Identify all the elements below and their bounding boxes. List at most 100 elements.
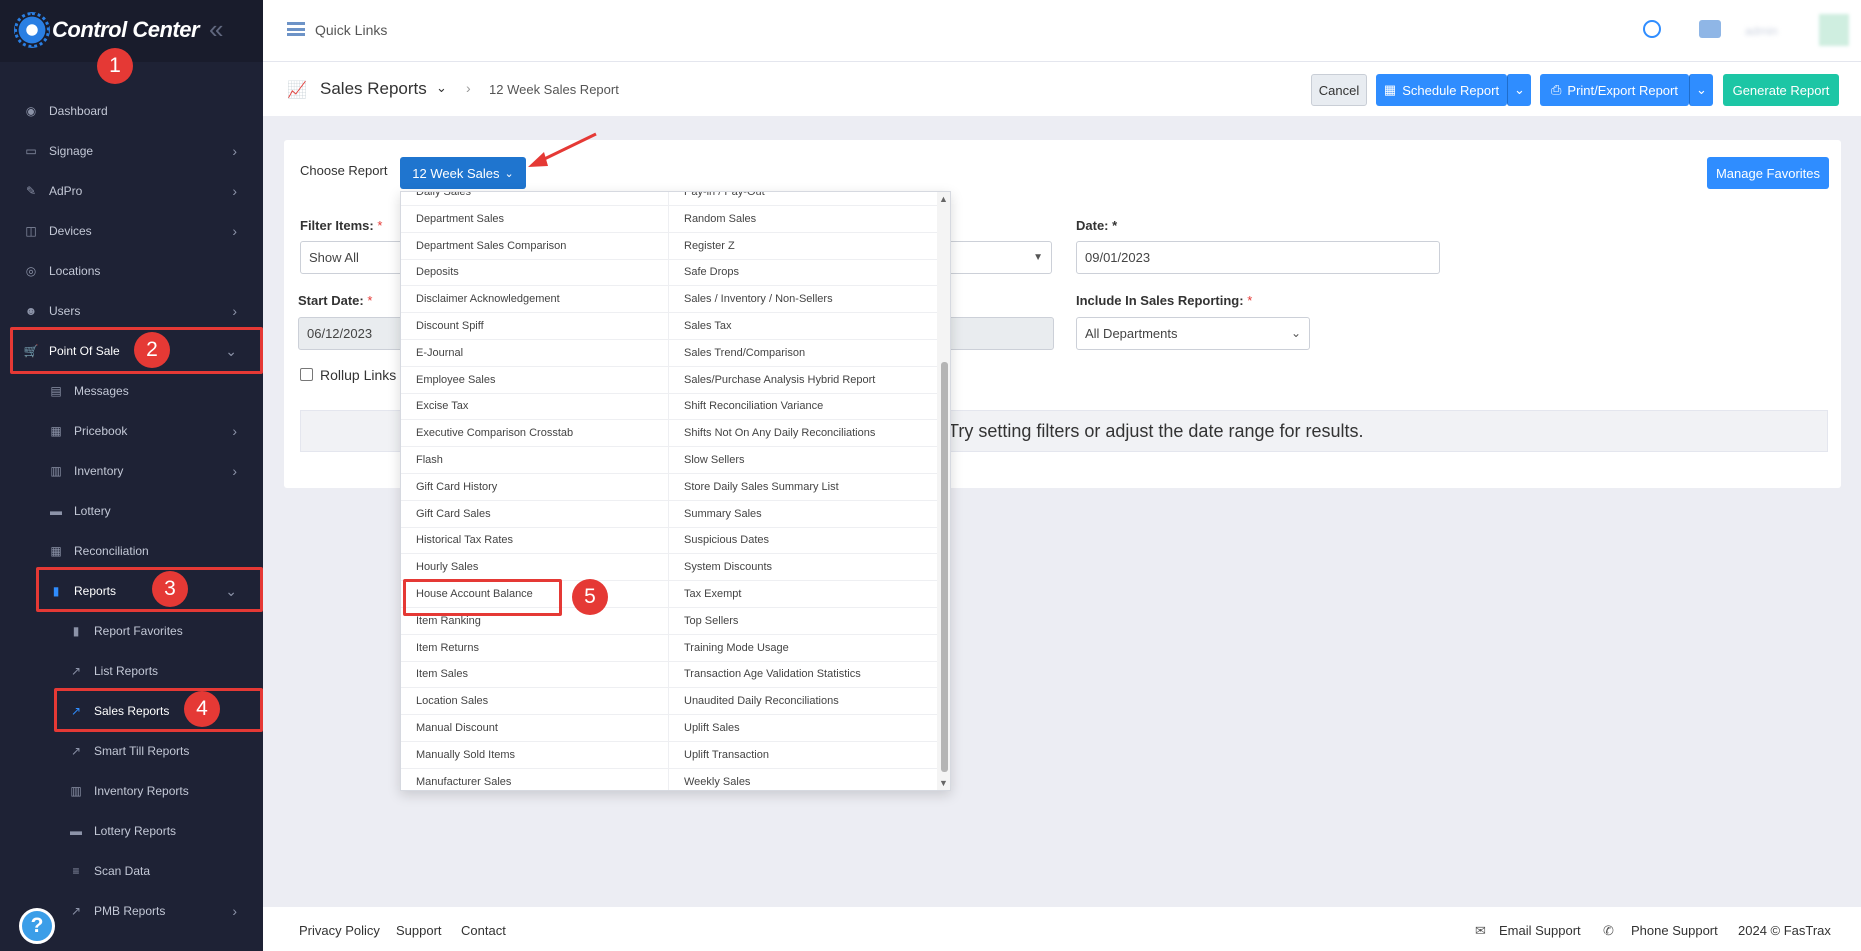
quick-links[interactable]: Quick Links	[315, 22, 387, 38]
sidebar-item-lottery-reports[interactable]: ▬ Lottery Reports	[0, 811, 263, 851]
sidebar-item-users[interactable]: ☻ Users ›	[0, 291, 263, 331]
report-option[interactable]: Suspicious Dates	[669, 527, 937, 555]
collapse-sidebar-icon[interactable]: «	[209, 14, 223, 45]
manage-favorites-button[interactable]: Manage Favorites	[1707, 157, 1829, 189]
sidebar-item-inventory-reports[interactable]: ▥ Inventory Reports	[0, 771, 263, 811]
chevron-right-icon: ›	[232, 223, 237, 239]
rollup-label[interactable]: Rollup Links	[320, 367, 396, 383]
report-option[interactable]: Excise Tax	[401, 393, 669, 421]
schedule-report-button[interactable]: ▦ Schedule Report	[1376, 74, 1507, 106]
report-option[interactable]: Store Daily Sales Summary List	[669, 474, 937, 501]
report-option[interactable]: Disclaimer Acknowledgement	[401, 286, 669, 314]
sidebar-item-adpro[interactable]: ✎ AdPro ›	[0, 171, 263, 211]
report-option[interactable]: Manufacturer Sales	[401, 768, 669, 790]
sidebar-item-devices[interactable]: ◫ Devices ›	[0, 211, 263, 251]
cancel-button[interactable]: Cancel	[1311, 74, 1367, 106]
choose-report-dropdown[interactable]: 12 Week Sales ⌄	[400, 157, 526, 189]
report-option[interactable]: Manually Sold Items	[401, 741, 669, 769]
report-option[interactable]: Flash	[401, 447, 669, 474]
phone-support-link[interactable]: Phone Support	[1631, 923, 1718, 938]
report-option[interactable]: Training Mode Usage	[669, 635, 937, 662]
report-option[interactable]: Unaudited Daily Reconciliations	[669, 688, 937, 716]
annotation-badge: 3	[152, 571, 188, 607]
sidebar-item-list-reports[interactable]: ↗ List Reports	[0, 651, 263, 691]
chevron-down-icon[interactable]: ⌄	[436, 80, 447, 96]
filter-items-value: Show All	[309, 250, 359, 265]
report-option[interactable]: Executive Comparison Crosstab	[401, 420, 669, 448]
report-option[interactable]: Department Sales	[401, 205, 669, 233]
filter-items-label: Filter Items: *	[300, 218, 383, 233]
search-icon[interactable]	[1643, 20, 1661, 38]
support-link[interactable]: Support	[396, 923, 442, 938]
sidebar-item-lottery[interactable]: ▬ Lottery	[0, 491, 263, 531]
schedule-report-dropdown[interactable]: ⌄	[1507, 74, 1531, 106]
menu-icon[interactable]	[287, 22, 305, 36]
sidebar-item-reconciliation[interactable]: ▦ Reconciliation	[0, 531, 263, 571]
report-option[interactable]: Daily Sales	[401, 192, 669, 206]
report-option[interactable]: Department Sales Comparison	[401, 232, 669, 260]
choose-report-value: 12 Week Sales	[412, 165, 500, 181]
report-option[interactable]: Sales Trend/Comparison	[669, 340, 937, 367]
sidebar-item-inventory[interactable]: ▥ Inventory ›	[0, 451, 263, 491]
page-title[interactable]: Sales Reports	[320, 79, 427, 99]
include-select[interactable]: All Departments ⌄	[1076, 317, 1310, 350]
monitor-icon: ▭	[25, 144, 37, 158]
report-option[interactable]: Pay-in / Pay-Out	[669, 192, 937, 206]
report-option[interactable]: System Discounts	[669, 554, 937, 582]
messages-icon[interactable]	[1699, 20, 1721, 38]
sidebar-item-dashboard[interactable]: ◉ Dashboard	[0, 91, 263, 131]
user-name[interactable]: admin	[1745, 24, 1778, 38]
privacy-policy-link[interactable]: Privacy Policy	[299, 923, 380, 938]
sidebar-item-scan-data[interactable]: ≡ Scan Data	[0, 851, 263, 891]
rollup-checkbox[interactable]	[300, 368, 313, 381]
sidebar-item-locations[interactable]: ◎ Locations	[0, 251, 263, 291]
report-option[interactable]: Summary Sales	[669, 501, 937, 528]
report-option[interactable]: Location Sales	[401, 688, 669, 716]
scroll-up-icon[interactable]: ▲	[939, 194, 948, 204]
report-option[interactable]: Gift Card History	[401, 473, 669, 501]
scroll-down-icon[interactable]: ▼	[939, 778, 948, 788]
report-option[interactable]: Hourly Sales	[401, 554, 669, 582]
include-value: All Departments	[1085, 326, 1178, 341]
help-icon[interactable]: ?	[19, 908, 55, 944]
report-option[interactable]: Uplift Sales	[669, 715, 937, 742]
report-option[interactable]: Deposits	[401, 259, 669, 287]
sidebar-item-messages[interactable]: ▤ Messages	[0, 371, 263, 411]
sidebar-item-label: List Reports	[94, 664, 159, 678]
report-option[interactable]: Register Z	[669, 233, 937, 260]
report-option[interactable]: Sales / Inventory / Non-Sellers	[669, 286, 937, 314]
report-option[interactable]: E-Journal	[401, 339, 669, 367]
sidebar-item-signage[interactable]: ▭ Signage ›	[0, 131, 263, 171]
sidebar-item-pricebook[interactable]: ▦ Pricebook ›	[0, 411, 263, 451]
report-option[interactable]: Slow Sellers	[669, 447, 937, 474]
report-option[interactable]: Shifts Not On Any Daily Reconciliations	[669, 420, 937, 448]
report-option[interactable]: Gift Card Sales	[401, 500, 669, 528]
report-option[interactable]: Employee Sales	[401, 366, 669, 394]
report-option[interactable]: Random Sales	[669, 206, 937, 233]
email-support-link[interactable]: Email Support	[1499, 923, 1581, 938]
report-option[interactable]: Manual Discount	[401, 715, 669, 742]
report-option[interactable]: Item Sales	[401, 661, 669, 689]
dropdown-caret-icon: ⌄	[1290, 326, 1301, 340]
report-option[interactable]: Shift Reconciliation Variance	[669, 393, 937, 421]
report-option[interactable]: Item Returns	[401, 634, 669, 662]
report-option[interactable]: Sales Tax	[669, 313, 937, 340]
print-export-button[interactable]: ⎙ Print/Export Report	[1540, 74, 1689, 106]
scrollbar-thumb[interactable]	[941, 362, 948, 772]
date-field[interactable]: 09/01/2023	[1076, 241, 1440, 274]
report-option[interactable]: Top Sellers	[669, 608, 937, 635]
generate-report-button[interactable]: Generate Report	[1723, 74, 1839, 106]
avatar[interactable]	[1819, 14, 1849, 46]
sidebar-item-report-favorites[interactable]: ▮ Report Favorites	[0, 611, 263, 651]
report-option[interactable]: Safe Drops	[669, 259, 937, 287]
report-option[interactable]: Discount Spiff	[401, 313, 669, 340]
report-option[interactable]: Transaction Age Validation Statistics	[669, 661, 937, 689]
contact-link[interactable]: Contact	[461, 923, 506, 938]
report-option[interactable]: Sales/Purchase Analysis Hybrid Report	[669, 367, 937, 394]
report-option[interactable]: Uplift Transaction	[669, 742, 937, 769]
print-export-dropdown[interactable]: ⌄	[1689, 74, 1713, 106]
report-option[interactable]: Weekly Sales	[669, 769, 937, 790]
report-option[interactable]: Tax Exempt	[669, 581, 937, 608]
report-option[interactable]: Historical Tax Rates	[401, 527, 669, 555]
sidebar-item-smart-till-reports[interactable]: ↗ Smart Till Reports	[0, 731, 263, 771]
